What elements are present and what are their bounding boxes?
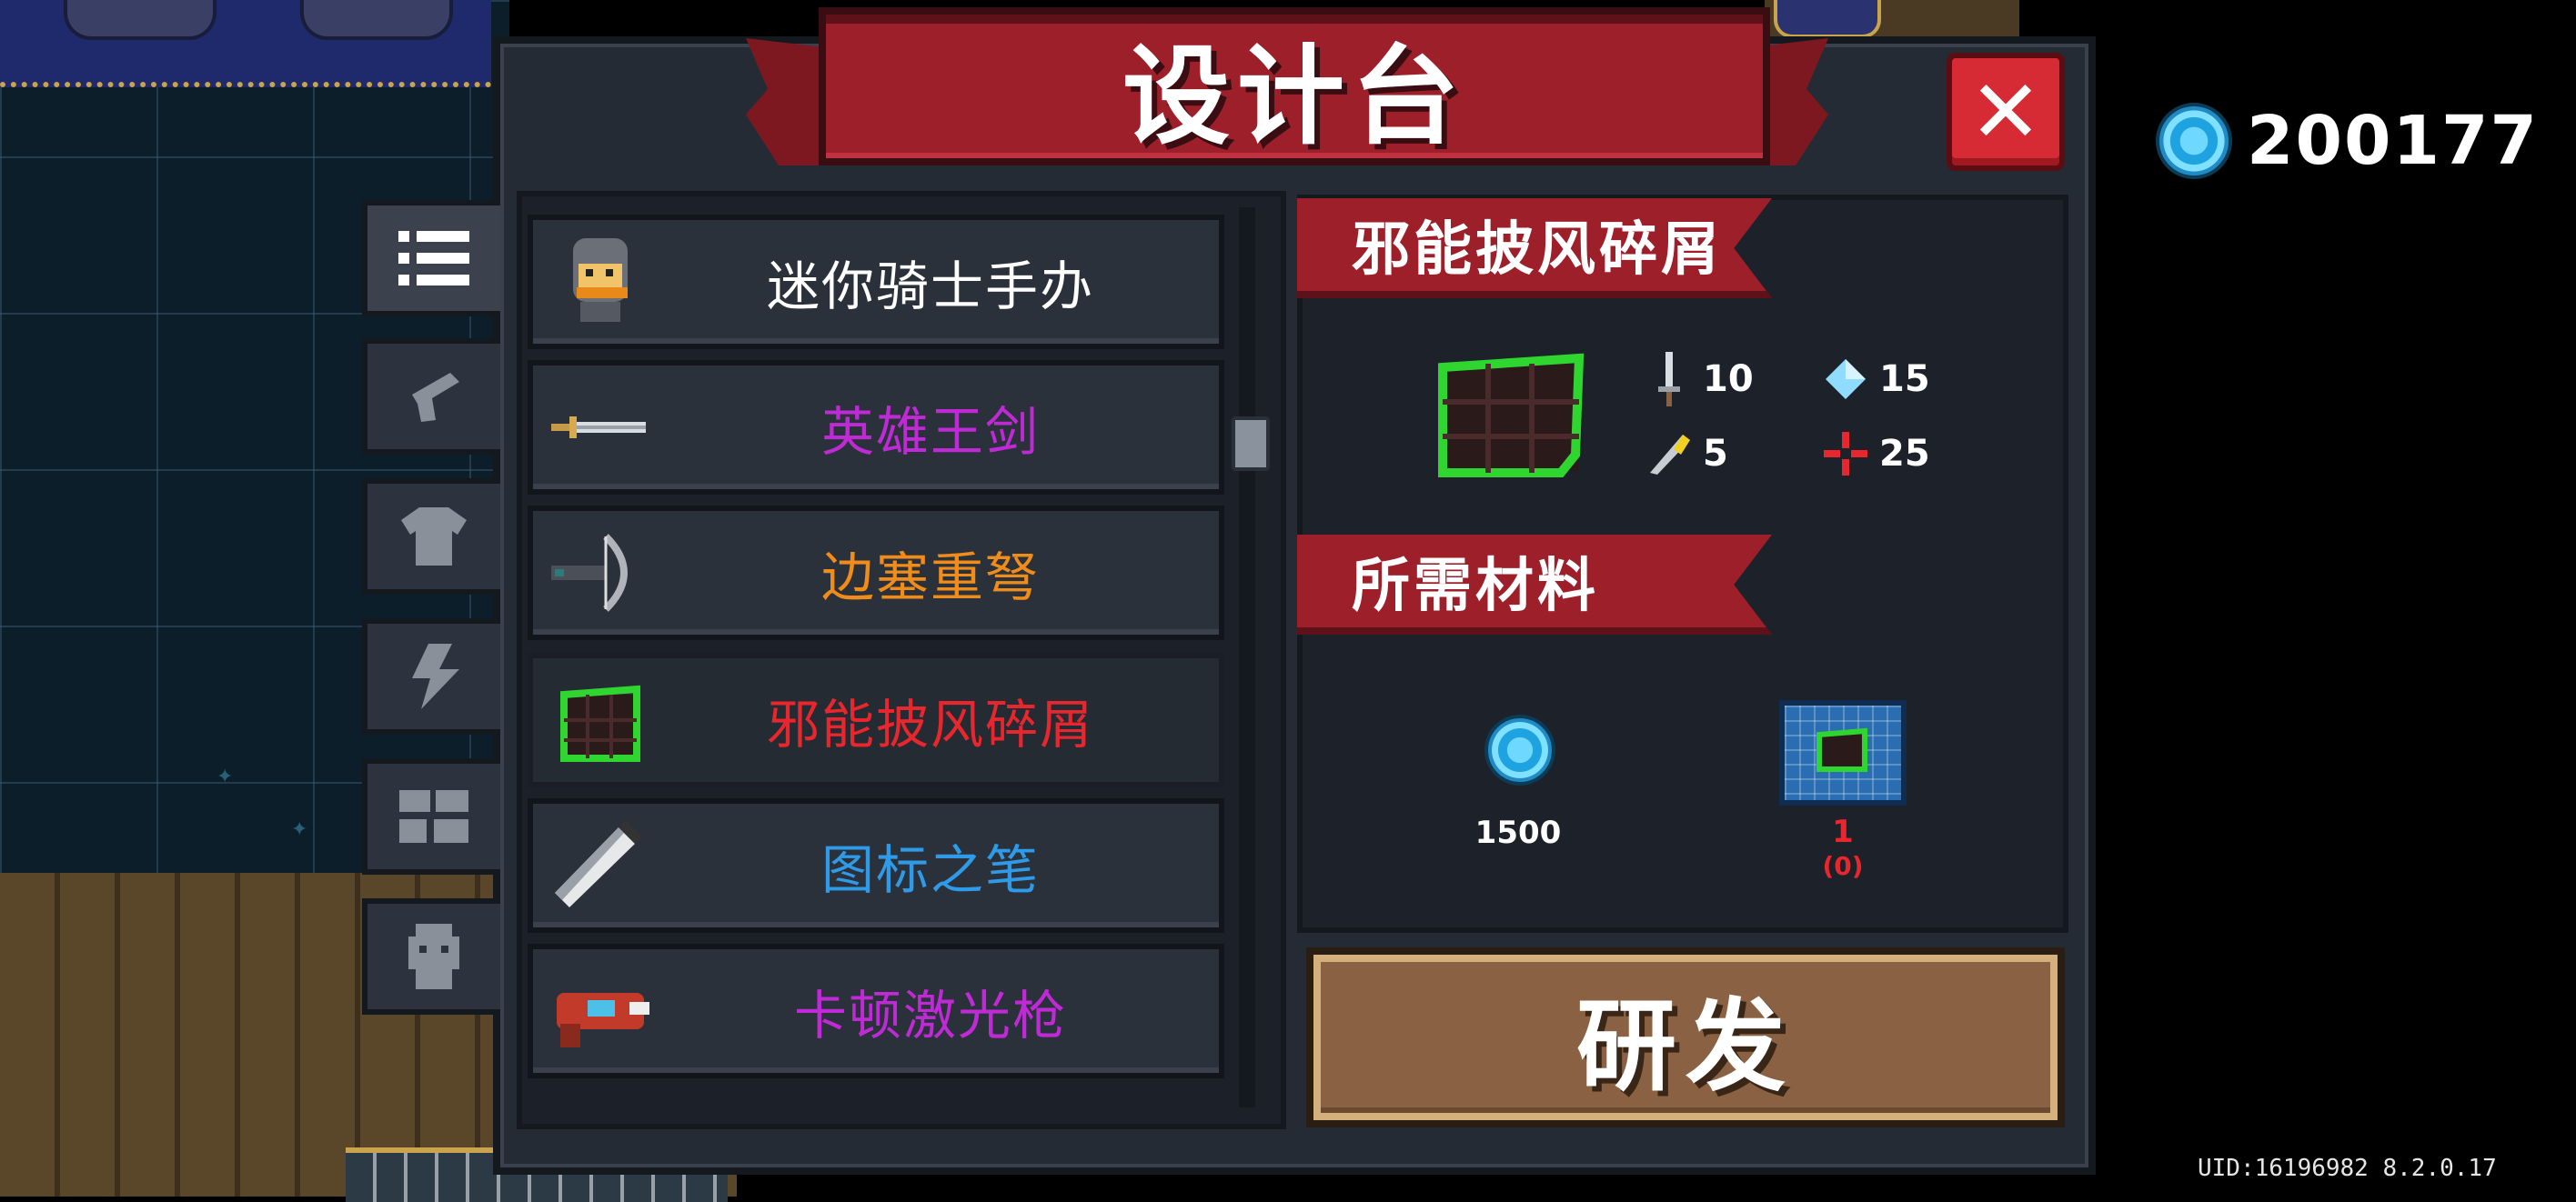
background-banner: [0, 0, 491, 87]
scrollbar-thumb[interactable]: [1232, 416, 1270, 471]
tab-armor[interactable]: [362, 478, 500, 595]
fel-cloak-preview-icon: [1438, 353, 1585, 477]
attack-value: 10: [1703, 358, 1754, 400]
tab-skills[interactable]: [362, 618, 500, 735]
item-name-ribbon: 邪能披风碎屑: [1297, 198, 1772, 298]
blueprint-required: 1: [1832, 814, 1854, 850]
material-blueprint-amount: 1 (0): [1779, 815, 1907, 884]
list-item-hero-sword[interactable]: 英雄王剑: [528, 360, 1224, 495]
list-icon: [398, 231, 469, 285]
currency-display: 200177: [2156, 102, 2539, 180]
tab-all[interactable]: [362, 200, 500, 316]
close-icon: ✕: [1968, 61, 2043, 163]
scrollbar-track[interactable]: [1239, 207, 1255, 1107]
pet-icon: [408, 924, 459, 989]
sparkle-icon: ✦: [216, 766, 234, 788]
item-label: 图标之笔: [820, 839, 1040, 901]
currency-value: 200177: [2247, 102, 2539, 180]
material-gem-amount: 1500: [1474, 815, 1562, 851]
energy-stat: 15: [1823, 356, 1930, 402]
crossbow-icon: [551, 534, 628, 612]
page-title: 设计台: [1122, 33, 1466, 159]
materials-ribbon: 所需材料: [1297, 535, 1772, 635]
attack-stat: 10: [1646, 352, 1754, 406]
item-label: 邪能披风碎屑: [766, 694, 1094, 756]
item-label: 边塞重弩: [820, 546, 1040, 608]
tab-weapons[interactable]: [362, 338, 500, 455]
list-item-fel-cloak-fragment[interactable]: 邪能披风碎屑: [528, 653, 1224, 787]
armor-icon: [401, 507, 467, 566]
item-label: 英雄王剑: [820, 401, 1040, 463]
blueprint-owned: (0): [1822, 851, 1864, 881]
lightning-icon: [412, 644, 459, 709]
tab-materials[interactable]: [362, 758, 500, 875]
knight-figure-icon: [573, 238, 628, 322]
title-banner: 设计台: [746, 7, 1828, 171]
list-item-icon-pen[interactable]: 图标之笔: [528, 798, 1224, 933]
speed-value: 5: [1703, 433, 1728, 475]
energy-value: 15: [1879, 358, 1930, 400]
gem-coin-icon: [1484, 715, 1555, 786]
list-item-mini-knight[interactable]: 迷你骑士手办: [528, 215, 1224, 349]
pen-icon: [555, 820, 642, 907]
sword-icon: [551, 416, 646, 438]
gem-coin-icon: [2156, 103, 2232, 179]
crit-value: 25: [1879, 433, 1930, 475]
banner-body: 设计台: [819, 7, 1770, 165]
tab-pets[interactable]: [362, 898, 500, 1015]
list-item-laser-gun[interactable]: 卡顿激光枪: [528, 944, 1224, 1078]
sparkle-icon: ✦: [291, 818, 308, 841]
crosshair-stat-icon: [1823, 431, 1868, 476]
banner-ornament: [300, 0, 453, 40]
diamond-stat-icon: [1823, 356, 1868, 402]
blueprint-icon[interactable]: [1779, 700, 1907, 806]
speed-stat: 5: [1646, 431, 1728, 476]
blocks-icon: [399, 790, 468, 843]
blueprint-cloak-icon: [1816, 727, 1867, 772]
close-button[interactable]: ✕: [1947, 53, 2065, 171]
feather-stat-icon: [1646, 431, 1692, 476]
fel-cloak-icon: [560, 685, 640, 762]
research-button[interactable]: 研发: [1306, 947, 2065, 1127]
list-item-frontier-crossbow[interactable]: 边塞重弩: [528, 506, 1224, 640]
uid-version-text: UID:16196982 8.2.0.17: [2198, 1155, 2497, 1182]
sword-stat-icon: [1646, 352, 1692, 406]
gun-icon: [412, 373, 459, 422]
laser-gun-icon: [557, 993, 649, 1047]
item-label: 卡顿激光枪: [793, 985, 1067, 1047]
item-label: 迷你骑士手办: [766, 255, 1094, 317]
banner-ornament: [64, 0, 216, 40]
crit-stat: 25: [1823, 431, 1930, 476]
